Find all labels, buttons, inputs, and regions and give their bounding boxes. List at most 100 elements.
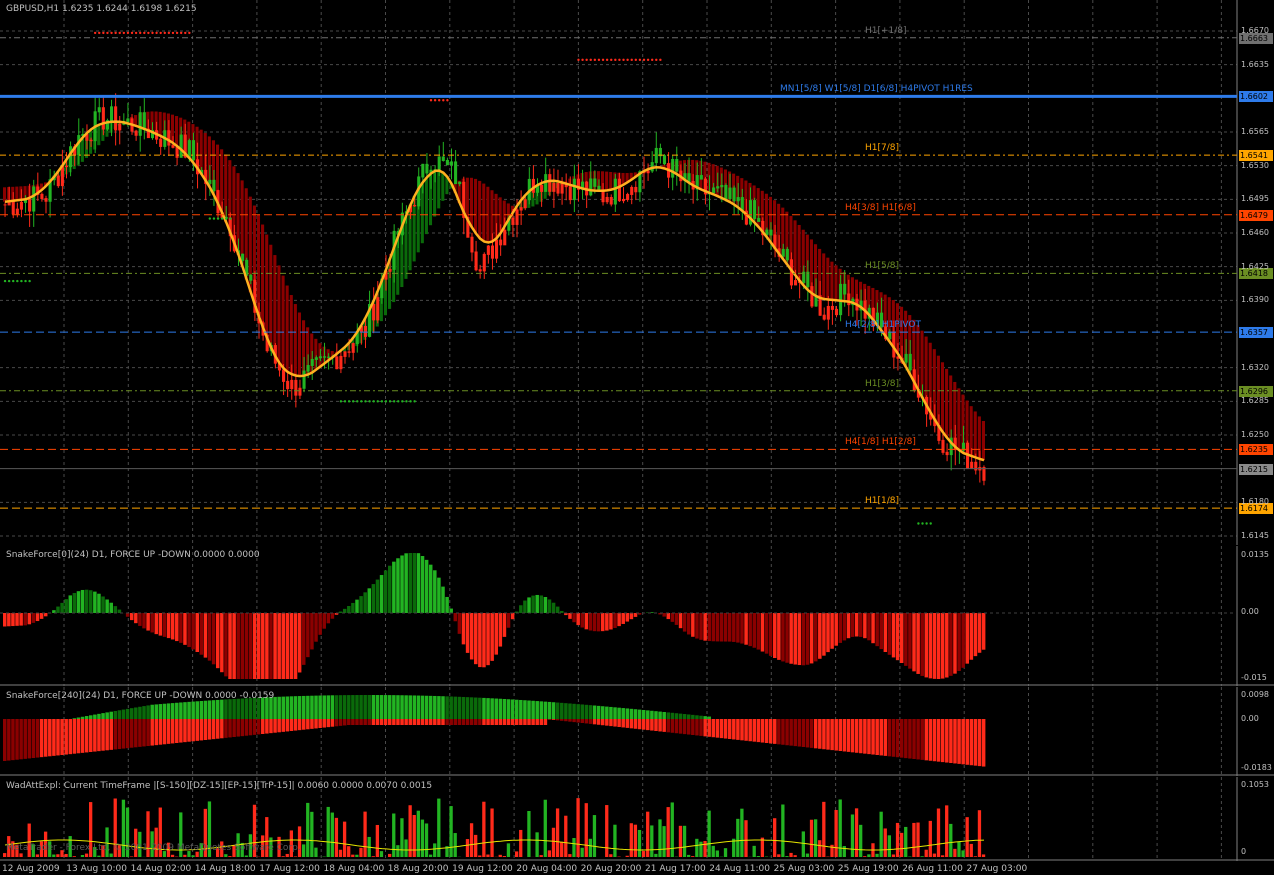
force-up-bar: [363, 592, 367, 613]
swing-marker: [20, 279, 23, 283]
force-up-bar: [351, 602, 355, 613]
force-down-bar: [670, 613, 675, 622]
wad-bar: [789, 852, 793, 857]
shadow-bar: [404, 215, 408, 279]
force240-up-bar: [699, 715, 703, 719]
force-down-bar: [584, 613, 589, 630]
force240-up-bar: [355, 695, 359, 719]
force240-down-bar: [392, 719, 396, 725]
wad-bar: [379, 851, 384, 857]
force240-down-bar: [969, 719, 974, 766]
wad-bar: [371, 856, 375, 857]
wad-bar: [965, 817, 969, 857]
force240-down-bar: [572, 719, 576, 723]
force240-down-bar: [609, 719, 613, 727]
force240-down-bar: [883, 719, 888, 756]
force240-down-bar: [154, 719, 159, 746]
force240-up-bar: [285, 696, 290, 719]
force240-up-bar: [494, 698, 498, 719]
force-down-bar: [199, 613, 204, 655]
wad-bar: [650, 825, 654, 857]
wad-bar: [306, 802, 310, 857]
swing-marker: [630, 58, 633, 62]
wad-bar: [592, 815, 597, 857]
force240-up-bar: [609, 706, 613, 719]
main-chart-pane[interactable]: GBPUSD,H1 1.6235 1.6244 1.6198 1.6215 H1…: [0, 0, 1274, 545]
force240-up-bar: [150, 704, 154, 719]
force240-down-bar: [306, 719, 310, 730]
wad-bar: [613, 824, 617, 857]
force-down-bar: [719, 613, 724, 642]
force240-up-bar: [76, 717, 81, 719]
force-down-bar: [936, 613, 941, 679]
force240-down-bar: [662, 719, 666, 732]
wad-bar: [551, 827, 556, 857]
snakeforce-pane-2[interactable]: SnakeForce[240](24) D1, FORCE UP -DOWN 0…: [0, 687, 1274, 776]
force-up-bar: [445, 596, 449, 613]
force-up-bar: [68, 595, 73, 613]
force240-down-bar: [768, 719, 773, 744]
force-down-bar: [744, 613, 748, 645]
swing-marker: [151, 31, 154, 35]
price-chart[interactable]: [0, 0, 1274, 545]
force240-up-bar: [502, 698, 507, 719]
force240-down-bar: [523, 719, 527, 725]
force240-down-bar: [367, 719, 372, 725]
force240-up-bar: [113, 710, 118, 719]
force240-up-bar: [80, 716, 85, 719]
force240-up-bar: [367, 695, 372, 719]
swing-marker: [130, 31, 134, 35]
force240-down-bar: [936, 719, 941, 762]
force-down-bar: [973, 613, 978, 657]
force240-up-bar: [162, 703, 167, 719]
force-up-bar: [539, 595, 544, 613]
force240-down-bar: [854, 719, 859, 753]
force240-down-bar: [43, 719, 48, 757]
force-up-bar: [420, 556, 425, 613]
force240-down-bar: [158, 719, 163, 745]
wad-bar: [183, 854, 187, 857]
force240-up-bar: [342, 695, 347, 719]
swing-marker: [413, 400, 416, 403]
wad-bar: [334, 817, 339, 857]
wad-bar: [981, 854, 986, 857]
force-up-bar: [531, 595, 535, 613]
force240-down-bar: [793, 719, 797, 747]
wad-bar: [35, 854, 40, 857]
wad-title: WadAttExpl: Current TimeFrame |[S-150][D…: [6, 781, 433, 791]
force240-down-bar: [80, 719, 85, 753]
force240-down-bar: [785, 719, 789, 746]
force240-down-bar: [789, 719, 793, 746]
wad-bar: [465, 839, 470, 857]
force-down-bar: [805, 613, 810, 665]
force240-up-bar: [199, 700, 204, 719]
price-scale-label: 1.6390: [1241, 295, 1269, 305]
swing-marker: [343, 400, 347, 403]
shadow-bar: [293, 304, 297, 376]
force240-down-bar: [68, 719, 73, 755]
force240-up-bar: [658, 711, 662, 719]
swing-marker: [610, 58, 613, 62]
force-down-bar: [220, 613, 224, 673]
force-up-bar: [105, 599, 109, 613]
force240-down-bar: [359, 719, 363, 725]
snakeforce-chart-1[interactable]: [0, 546, 1274, 686]
level-label: H1[3/8]: [865, 378, 900, 389]
swing-marker: [409, 400, 412, 403]
force240-down-bar: [531, 719, 535, 725]
price-label: 1.6602: [1239, 91, 1273, 103]
shadow-bar: [924, 336, 928, 406]
force240-up-bar: [236, 698, 240, 719]
force240-down-bar: [494, 719, 498, 725]
force240-down-bar: [555, 719, 560, 721]
wad-bar: [355, 854, 359, 857]
wad-bar: [580, 847, 584, 857]
wad-bar: [453, 833, 457, 857]
force-down-bar: [760, 613, 765, 652]
wad-bar: [191, 855, 195, 857]
snakeforce-pane-1[interactable]: SnakeForce[0](24) D1, FORCE UP -DOWN 0.0…: [0, 546, 1274, 686]
swing-marker: [433, 99, 437, 102]
shadow-bar: [822, 253, 826, 300]
force-down-bar: [261, 613, 265, 679]
force240-down-bar: [687, 719, 691, 735]
